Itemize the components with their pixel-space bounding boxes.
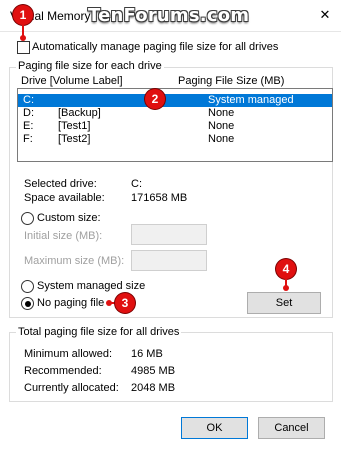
selected-drive-label: Selected drive:: [24, 178, 97, 190]
callout-4-number: 4: [282, 262, 290, 276]
minimum-allowed-label: Minimum allowed:: [24, 348, 113, 360]
custom-size-label[interactable]: Custom size:: [37, 212, 101, 224]
currently-allocated-label: Currently allocated:: [24, 382, 119, 394]
space-available-label: Space available:: [24, 192, 105, 204]
volume-label: [Test1]: [58, 120, 91, 132]
drive-row-e[interactable]: E: [Test1] None: [18, 120, 332, 133]
no-paging-file-radio[interactable]: [21, 297, 34, 310]
ok-button[interactable]: OK: [181, 417, 248, 439]
callout-1-dot: [20, 35, 26, 41]
callout-1-badge: 1: [13, 5, 33, 25]
maximum-size-input[interactable]: [131, 250, 207, 271]
maximum-size-label: Maximum size (MB):: [24, 255, 125, 267]
close-icon: ✕: [319, 7, 331, 22]
recommended-value: 4985 MB: [131, 365, 176, 377]
drive-letter: D:: [23, 107, 34, 119]
callout-3-number: 3: [121, 296, 129, 310]
paging-size: None: [208, 107, 235, 119]
drive-letter: C:: [23, 94, 34, 106]
drive-row-d[interactable]: D: [Backup] None: [18, 107, 332, 120]
set-button-label: Set: [275, 297, 293, 309]
drive-list[interactable]: C: System managed D: [Backup] None E: [T…: [17, 88, 333, 162]
minimum-allowed-value: 16 MB: [131, 348, 163, 360]
total-group-title: Total paging file size for all drives: [16, 326, 182, 338]
callout-3-badge: 3: [115, 293, 135, 313]
space-available-value: 171658 MB: [131, 192, 188, 204]
volume-label: [Test2]: [58, 133, 91, 145]
initial-size-label: Initial size (MB):: [24, 230, 103, 242]
cancel-button[interactable]: Cancel: [258, 417, 325, 439]
paging-size: None: [208, 133, 235, 145]
callout-4-dot: [283, 285, 289, 291]
set-button[interactable]: Set: [247, 292, 321, 314]
currently-allocated-value: 2048 MB: [131, 382, 176, 394]
ok-button-label: OK: [206, 422, 223, 434]
callout-2-badge: 2: [145, 89, 165, 109]
callout-2-number: 2: [151, 92, 159, 106]
drive-row-f[interactable]: F: [Test2] None: [18, 133, 332, 146]
system-managed-label[interactable]: System managed size: [37, 280, 145, 292]
callout-4-badge: 4: [276, 259, 296, 279]
volume-label: [Backup]: [58, 107, 101, 119]
column-header-size: Paging File Size (MB): [178, 75, 285, 87]
radio-selected-dot: [24, 300, 31, 307]
auto-manage-checkbox[interactable]: [17, 41, 30, 54]
no-paging-file-label[interactable]: No paging file: [37, 297, 104, 309]
selected-drive-value: C:: [131, 178, 142, 190]
callout-1-number: 1: [19, 8, 27, 22]
close-button[interactable]: ✕: [311, 2, 339, 28]
title-bar: Virtual Memory TenForums.com ✕: [0, 0, 341, 32]
cancel-button-label: Cancel: [274, 422, 309, 434]
drive-letter: E:: [23, 120, 34, 132]
initial-size-input[interactable]: [131, 224, 207, 245]
paging-size: None: [208, 120, 235, 132]
recommended-label: Recommended:: [24, 365, 102, 377]
column-header-drive: Drive [Volume Label]: [21, 75, 123, 87]
drive-letter: F:: [23, 133, 33, 145]
watermark-logo: TenForums.com: [88, 5, 250, 26]
drive-row-c[interactable]: C: System managed: [18, 94, 332, 107]
paging-size: System managed: [208, 94, 294, 106]
auto-manage-label[interactable]: Automatically manage paging file size fo…: [32, 41, 278, 53]
system-managed-radio[interactable]: [21, 280, 34, 293]
custom-size-radio[interactable]: [21, 212, 34, 225]
paging-group-title: Paging file size for each drive: [16, 60, 164, 72]
